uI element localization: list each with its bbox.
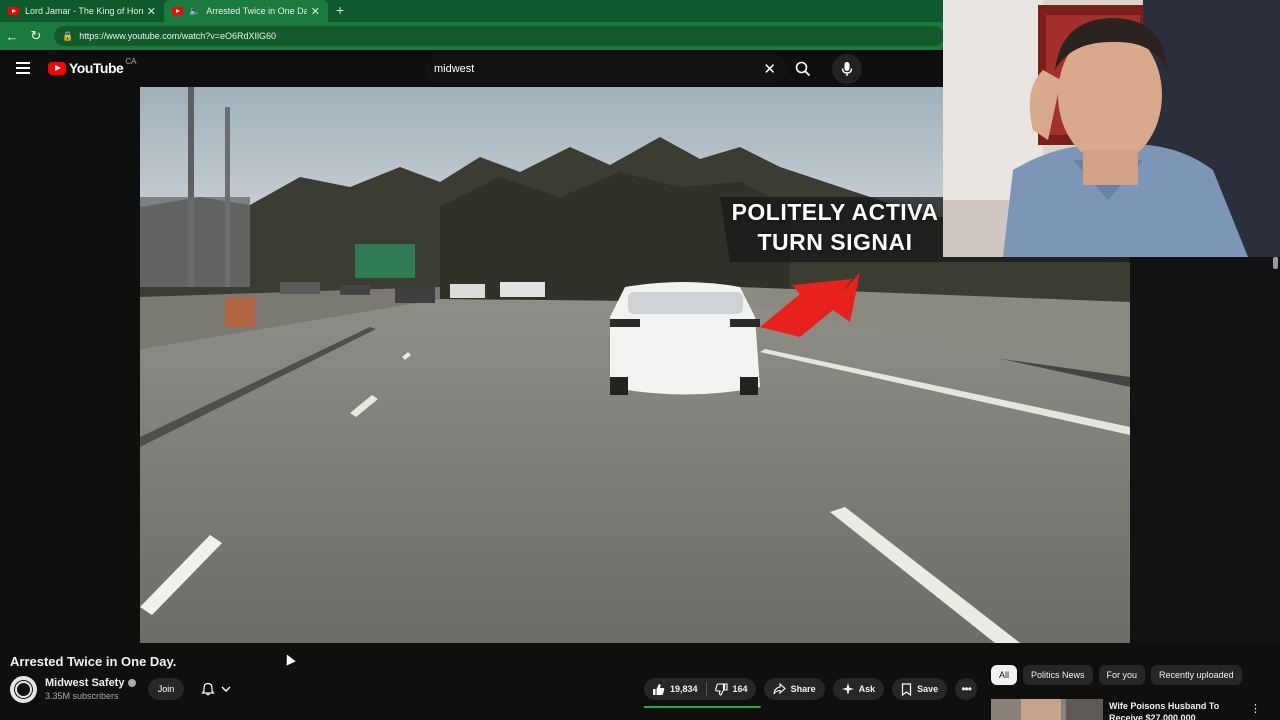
video-overlay-caption: POLITELY ACTIVA TURN SIGNAI bbox=[720, 197, 950, 257]
microphone-icon bbox=[841, 62, 853, 76]
save-label: Save bbox=[917, 684, 939, 694]
logo-text: YouTube bbox=[69, 60, 124, 76]
like-button[interactable]: 19,834 bbox=[652, 683, 698, 696]
tab-close-icon[interactable]: ✕ bbox=[147, 5, 156, 18]
sparkle-icon bbox=[841, 683, 854, 695]
url-field[interactable]: 🔒 https://www.youtube.com/watch?v=eO6RdX… bbox=[54, 26, 944, 46]
search-button[interactable] bbox=[788, 55, 818, 83]
dislike-button[interactable]: 164 bbox=[714, 682, 748, 696]
youtube-logo[interactable]: YouTube CA bbox=[48, 56, 137, 76]
filter-chips: All Politics News For you Recently uploa… bbox=[991, 665, 1242, 685]
like-count: 19,834 bbox=[670, 684, 698, 694]
browser-tab-1[interactable]: Lord Jamar - The King of Horrible ✕ bbox=[0, 0, 164, 22]
site-info-icon[interactable]: 🔒 bbox=[62, 31, 73, 42]
like-dislike-group: 19,834 164 bbox=[644, 678, 761, 708]
verified-icon bbox=[128, 679, 137, 688]
share-button[interactable]: Share bbox=[763, 678, 825, 700]
like-ratio-fill bbox=[644, 706, 760, 708]
back-arrow-icon[interactable]: ← bbox=[0, 29, 24, 44]
subscriber-count: 3.35M subscribers bbox=[45, 691, 119, 701]
chip-all[interactable]: All bbox=[991, 665, 1018, 685]
chip-for-you[interactable]: For you bbox=[1098, 665, 1146, 685]
bell-icon bbox=[201, 682, 215, 696]
menu-icon[interactable] bbox=[16, 62, 30, 74]
more-actions-button[interactable]: ••• bbox=[955, 678, 978, 700]
voice-search-button[interactable] bbox=[832, 54, 862, 84]
channel-name-text: Midwest Safety bbox=[45, 677, 125, 689]
more-horizontal-icon: ••• bbox=[961, 682, 972, 696]
ask-label: Ask bbox=[858, 684, 876, 694]
share-label: Share bbox=[790, 684, 816, 694]
tab-title: Lord Jamar - The King of Horrible bbox=[25, 6, 143, 16]
thumbs-up-icon bbox=[653, 683, 665, 695]
video-title: Arrested Twice in One Day. bbox=[10, 654, 177, 669]
region-code: CA bbox=[125, 56, 137, 66]
overlay-line-1: POLITELY ACTIVA bbox=[731, 199, 939, 225]
sidebar-gutter bbox=[1130, 257, 1280, 643]
mouse-cursor-icon bbox=[282, 652, 296, 666]
youtube-play-icon bbox=[48, 61, 66, 75]
scrollbar-thumb[interactable] bbox=[1273, 257, 1278, 269]
overlay-line-2: TURN SIGNAI bbox=[757, 229, 913, 255]
chip-politics-news[interactable]: Politics News bbox=[1023, 665, 1093, 685]
url-text: https://www.youtube.com/watch?v=eO6RdXIl… bbox=[79, 31, 277, 41]
tab-close-icon[interactable]: ✕ bbox=[311, 5, 320, 18]
thumbs-down-icon bbox=[714, 682, 728, 696]
new-tab-button[interactable]: + bbox=[328, 0, 352, 22]
reload-icon[interactable]: ↻ bbox=[24, 28, 48, 44]
search-query: midwest bbox=[434, 63, 475, 75]
browser-tab-2[interactable]: 🔈 Arrested Twice in One Day. ✕ bbox=[164, 0, 328, 22]
youtube-favicon-icon bbox=[172, 7, 183, 15]
channel-name[interactable]: Midwest Safety bbox=[45, 677, 137, 689]
chevron-down-icon bbox=[221, 686, 231, 692]
channel-avatar[interactable] bbox=[10, 676, 37, 703]
recommendation-thumbnail[interactable] bbox=[991, 699, 1103, 720]
webcam-image bbox=[943, 0, 1280, 257]
video-actions: 19,834 164 Share Ask Save ••• bbox=[644, 678, 978, 708]
thumbnail-image bbox=[991, 699, 1103, 720]
clear-search-icon[interactable]: ✕ bbox=[763, 60, 776, 78]
audio-playing-icon[interactable]: 🔈 bbox=[189, 6, 200, 17]
dislike-count: 164 bbox=[732, 684, 748, 694]
search-input[interactable]: midwest ✕ bbox=[425, 55, 788, 83]
join-button[interactable]: Join bbox=[148, 678, 184, 700]
save-button[interactable]: Save bbox=[892, 678, 948, 700]
notification-bell-button[interactable] bbox=[192, 678, 240, 700]
tab-title: Arrested Twice in One Day. bbox=[206, 6, 307, 16]
share-icon bbox=[773, 683, 786, 695]
recommendation-title[interactable]: Wife Poisons Husband To Receive $27,000,… bbox=[1109, 700, 1239, 720]
bookmark-icon bbox=[901, 682, 912, 696]
youtube-favicon-icon bbox=[8, 7, 19, 15]
screen: Lord Jamar - The King of Horrible ✕ 🔈 Ar… bbox=[0, 0, 1280, 720]
recommendation-menu-icon[interactable]: ⋮ bbox=[1250, 702, 1261, 715]
search-icon bbox=[795, 61, 811, 77]
chip-recently-uploaded[interactable]: Recently uploaded bbox=[1151, 665, 1242, 685]
like-ratio-bar bbox=[644, 706, 761, 708]
like-divider bbox=[705, 682, 707, 696]
webcam-overlay bbox=[943, 0, 1280, 257]
ask-button[interactable]: Ask bbox=[832, 678, 885, 700]
